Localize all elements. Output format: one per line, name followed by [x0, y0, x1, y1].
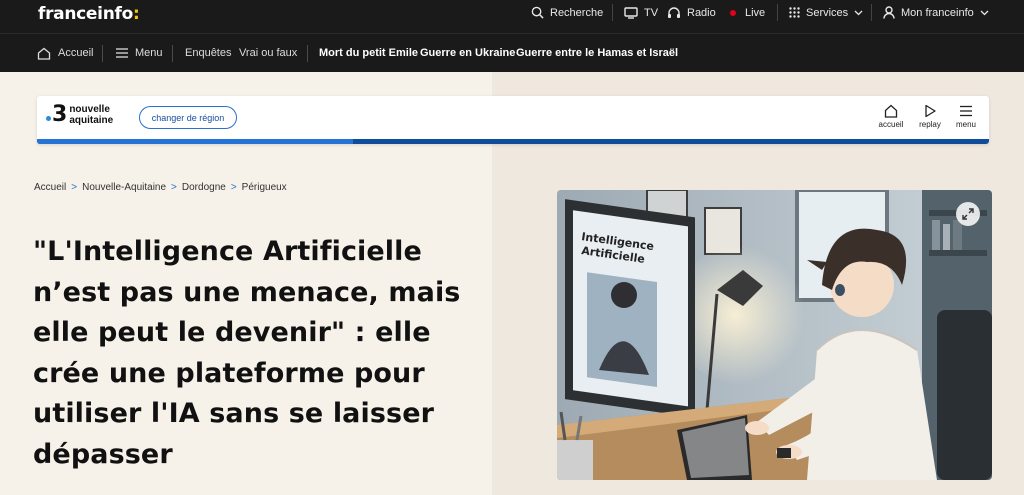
hot-topic-link[interactable]: Mort du petit Emile	[319, 34, 418, 72]
menu-icon	[960, 105, 972, 117]
region-home-label: accueil	[878, 120, 904, 129]
franceinfo-logo[interactable]: franceinfo:	[38, 4, 140, 24]
chevron-down-icon	[980, 10, 989, 15]
region-replay-button[interactable]: replay	[910, 104, 950, 129]
home-icon	[37, 47, 51, 60]
logo-dot-icon	[46, 115, 51, 121]
logo-colon: :	[132, 4, 140, 24]
account-button[interactable]: Mon franceinfo	[883, 0, 989, 25]
logo-text: franceinfo	[38, 4, 133, 24]
breadcrumb-separator: >	[71, 182, 78, 193]
nav-link-label: Vrai ou faux	[239, 47, 298, 59]
nav-menu[interactable]: Menu	[116, 34, 163, 72]
change-region-button[interactable]: changer de région	[139, 106, 237, 129]
nav-link-enquetes[interactable]: Enquêtes	[185, 34, 231, 72]
live-label: Live	[745, 6, 766, 19]
illustration-drawing: Intelligence Artificielle	[557, 190, 992, 480]
nav-link-vrai-ou-faux[interactable]: Vrai ou faux	[239, 34, 297, 72]
breadcrumb-separator: >	[230, 182, 237, 193]
divider	[871, 4, 872, 21]
logo-region-name: nouvelle aquitaine	[69, 104, 113, 126]
region-menu-label: menu	[955, 120, 976, 129]
breadcrumb-item[interactable]: Nouvelle-Aquitaine	[82, 182, 166, 193]
region-replay-label: replay	[919, 120, 941, 129]
hot-topic-label: Guerre entre le Hamas et Israël	[516, 47, 679, 59]
nav-home-label: Accueil	[58, 47, 94, 59]
live-dot-icon	[730, 9, 736, 16]
divider	[777, 4, 778, 21]
search-icon	[531, 6, 544, 19]
nav-home[interactable]: Accueil	[37, 34, 93, 72]
france3-nouvelle-aquitaine-logo[interactable]: 3 nouvelle aquitaine	[46, 104, 113, 126]
logo-line: nouvelle	[69, 104, 110, 115]
live-button[interactable]: Live	[730, 0, 765, 25]
home-icon	[884, 104, 898, 118]
breadcrumb-item[interactable]: Périgueux	[242, 182, 287, 193]
menu-icon	[116, 48, 128, 58]
headphones-icon	[668, 7, 680, 18]
breadcrumb-separator: >	[171, 182, 177, 193]
divider	[172, 45, 173, 62]
radio-label: Radio	[687, 6, 716, 19]
nav-link-label: Enquêtes	[185, 47, 232, 59]
hot-topic-link[interactable]: Guerre en Ukraine	[420, 34, 515, 72]
article-headline: "L'Intelligence Artificielle n’est pas u…	[33, 236, 461, 470]
user-icon	[883, 6, 895, 19]
regional-stripe	[37, 139, 989, 144]
radio-button[interactable]: Radio	[667, 0, 716, 25]
logo-number: 3	[52, 102, 68, 127]
expand-image-button[interactable]	[956, 202, 980, 226]
tv-label: TV	[644, 6, 659, 19]
play-icon	[925, 104, 936, 118]
divider	[102, 45, 103, 62]
breadcrumb-item[interactable]: Dordogne	[182, 182, 226, 193]
hot-topic-link[interactable]: Guerre entre le Hamas et Israël	[516, 34, 678, 72]
divider	[612, 4, 613, 21]
region-menu-button[interactable]: menu	[946, 104, 986, 129]
article-illustration[interactable]: Intelligence Artificielle	[557, 190, 992, 480]
breadcrumb: Accueil > Nouvelle-Aquitaine > Dordogne …	[34, 182, 287, 193]
tv-icon	[624, 6, 638, 19]
services-label: Services	[806, 6, 849, 19]
divider	[307, 45, 308, 62]
search-label: Recherche	[550, 6, 604, 19]
main-nav: Accueil Menu Enquêtes Vrai ou faux Mort …	[0, 33, 1024, 72]
search-button[interactable]: Recherche	[531, 0, 603, 25]
expand-icon	[962, 208, 974, 220]
top-bar: franceinfo: Recherche TV Radio Live Serv…	[0, 0, 1024, 33]
account-label: Mon franceinfo	[901, 6, 974, 19]
hot-topic-label: Mort du petit Emile	[319, 47, 418, 59]
grid-icon	[789, 7, 800, 18]
tv-button[interactable]: TV	[624, 0, 658, 25]
services-button[interactable]: Services	[789, 0, 863, 25]
chevron-down-icon	[854, 10, 863, 15]
region-home-button[interactable]: accueil	[871, 104, 911, 129]
regional-stripe-accent	[37, 139, 353, 144]
hot-topic-label: Guerre en Ukraine	[420, 47, 516, 59]
breadcrumb-item[interactable]: Accueil	[34, 182, 66, 193]
logo-line: aquitaine	[69, 115, 114, 126]
nav-menu-label: Menu	[135, 47, 163, 59]
